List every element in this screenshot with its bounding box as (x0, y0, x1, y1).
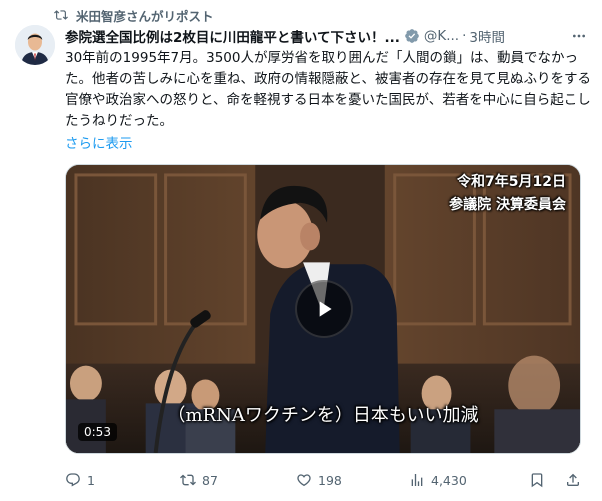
post-body: 30年前の1995年7月。3500人が厚労省を取り囲んだ「人間の鎖」は、動員でな… (65, 50, 591, 129)
view-count: 4,430 (431, 472, 467, 488)
more-options-button[interactable] (568, 26, 590, 46)
video-duration: 0:53 (78, 423, 117, 441)
verified-badge-icon (405, 29, 419, 43)
bar-chart-icon (411, 474, 423, 486)
video-caption: 令和7年5月12日 参議院 決算委員会 (449, 171, 566, 217)
like-count: 198 (318, 472, 342, 488)
bookmark-icon (531, 473, 543, 488)
reply-icon (66, 473, 80, 487)
repost-button[interactable]: 87 (180, 472, 218, 488)
repost-banner[interactable]: 米田智彦さんがリポスト (54, 6, 214, 24)
share-icon (567, 473, 579, 486)
display-name[interactable]: 参院選全国比例は2枚目に川田龍平と書いて下さい！... (65, 26, 400, 46)
video-subtitle: （mRNAワクチンを）日本もいい加減 (167, 405, 479, 426)
post-time[interactable]: 3時間 (469, 26, 505, 46)
caption-venue-line: 参議院 決算委員会 (449, 197, 566, 213)
caption-date-line: 令和7年5月12日 (457, 174, 566, 190)
heart-icon (297, 474, 311, 487)
like-button[interactable]: 198 (296, 472, 342, 488)
handle[interactable]: @K... (424, 28, 459, 44)
play-icon (319, 301, 332, 317)
more-icon (573, 34, 585, 38)
reply-count: 1 (87, 472, 95, 488)
repost-icon (180, 474, 196, 486)
video-player[interactable]: 令和7年5月12日 参議院 決算委員会 （mRNAワクチンを）日本もいい加減 0… (65, 164, 581, 454)
repost-icon (54, 10, 68, 20)
show-more-link[interactable]: さらに表示 (65, 132, 133, 152)
reply-button[interactable]: 1 (65, 472, 95, 488)
avatar-image (15, 25, 55, 65)
separator-dot: · (462, 28, 467, 44)
repost-banner-text: 米田智彦さんがリポスト (76, 8, 214, 24)
views-button[interactable]: 4,430 (409, 472, 467, 488)
play-button[interactable] (295, 280, 353, 338)
post-header: 参院選全国比例は2枚目に川田龍平と書いて下さい！... @K... · 3時間 (65, 26, 590, 46)
avatar[interactable] (15, 25, 55, 65)
bookmark-button[interactable] (529, 472, 545, 488)
action-bar: 1 87 198 4,430 (65, 470, 591, 490)
repost-count: 87 (202, 472, 218, 488)
share-button[interactable] (565, 472, 581, 488)
